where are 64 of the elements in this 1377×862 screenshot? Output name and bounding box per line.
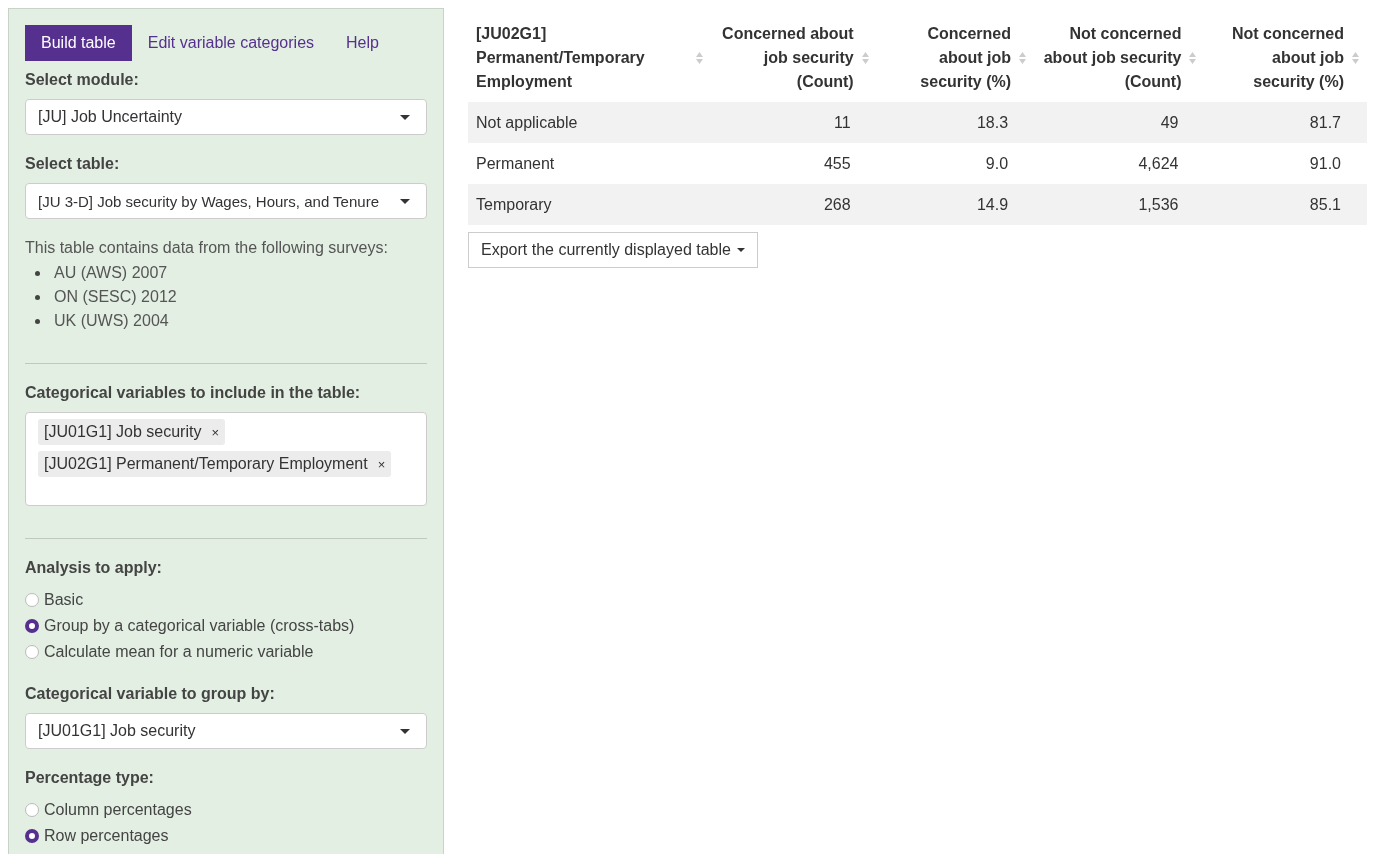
survey-item: AU (AWS) 2007 xyxy=(54,263,168,283)
tab[interactable]: Build table xyxy=(25,25,132,61)
table-cell: 81.7 xyxy=(1204,102,1367,143)
variables-field[interactable]: [JU01G1] Job security × [JU02G1] Permanent/Temporary Employment × xyxy=(25,412,427,506)
table-cell: 91.0 xyxy=(1204,143,1367,184)
surveys-description: This table contains data from the following surveys: xyxy=(25,239,389,257)
bullet-icon xyxy=(35,270,40,276)
sort-icon xyxy=(696,51,704,65)
tag-label: [JU02G1] Permanent/Temporary Employment xyxy=(44,455,368,473)
remove-button[interactable]: × xyxy=(377,456,386,472)
table-cell: 49 xyxy=(1034,102,1205,143)
field-label: Select table: xyxy=(25,155,121,173)
table-cell: 4,624 xyxy=(1034,143,1205,184)
tab[interactable]: Help xyxy=(330,25,395,61)
radio-label[interactable]: Row percentages xyxy=(44,823,169,849)
survey-item: ON (SESC) 2012 xyxy=(54,287,177,307)
table-cell: 14.9 xyxy=(876,184,1035,225)
table-cell: 85.1 xyxy=(1204,184,1367,225)
table-cell: Not applicable xyxy=(468,102,712,143)
caret-icon xyxy=(400,114,410,120)
tag-label: [JU01G1] Job security xyxy=(44,423,202,441)
table-cell: 455 xyxy=(711,143,877,184)
remove-button[interactable]: × xyxy=(211,424,219,440)
sort-icon xyxy=(1019,51,1027,65)
column-header[interactable]: Not concerned about job security (%) xyxy=(1204,18,1367,102)
tab[interactable]: Edit variable categories xyxy=(131,25,331,61)
bullet-icon xyxy=(35,294,40,300)
field-label: Analysis to apply: xyxy=(25,559,163,577)
field-label: Categorical variables to include in the table: xyxy=(25,384,362,402)
table-cell: 1,536 xyxy=(1034,184,1205,225)
field-label: Percentage type: xyxy=(25,769,155,787)
radio-button[interactable] xyxy=(25,829,39,843)
sort-icon xyxy=(1352,51,1359,65)
radio-button[interactable] xyxy=(25,645,39,659)
caret-icon xyxy=(400,728,410,734)
table-cell: 268 xyxy=(711,184,877,225)
radio-button[interactable] xyxy=(25,593,39,607)
field-label: Categorical variable to group by: xyxy=(25,685,276,703)
table-cell: 11 xyxy=(711,102,877,143)
column-header[interactable]: Concerned about job security (%) xyxy=(876,18,1035,102)
column-header[interactable]: Concerned about job security (Count) xyxy=(711,18,877,102)
survey-item: UK (UWS) 2004 xyxy=(54,311,169,331)
sort-icon xyxy=(861,51,869,65)
radio-button[interactable] xyxy=(25,619,39,633)
export-button[interactable]: Export the currently displayed table xyxy=(468,232,758,268)
table-cell: 18.3 xyxy=(876,102,1035,143)
column-header[interactable]: Not concerned about job security (Count) xyxy=(1034,18,1205,102)
field-label: Select module: xyxy=(25,71,140,89)
radio-button[interactable] xyxy=(25,803,39,817)
group-by-select[interactable]: [JU01G1] Job security xyxy=(25,713,427,749)
table-select[interactable]: [JU 3-D] Job security by Wages, Hours, and Tenure xyxy=(25,183,427,219)
table-cell: 9.0 xyxy=(876,143,1035,184)
radio-label[interactable]: Group by a categorical variable (cross-tabs) xyxy=(44,613,355,639)
caret-icon xyxy=(400,198,410,204)
module-select[interactable]: [JU] Job Uncertainty xyxy=(25,99,427,135)
sort-icon xyxy=(1189,51,1197,65)
caret-icon xyxy=(736,248,745,252)
table-cell: Temporary xyxy=(468,184,712,225)
radio-label[interactable]: Calculate mean for a numeric variable xyxy=(44,639,314,665)
table-cell: Permanent xyxy=(468,143,712,184)
bullet-icon xyxy=(35,318,40,324)
radio-label[interactable]: Basic xyxy=(44,587,84,613)
radio-label[interactable]: Column percentages xyxy=(44,797,192,823)
column-header[interactable]: [JU02G1] Permanent/Temporary Employment xyxy=(468,18,712,102)
